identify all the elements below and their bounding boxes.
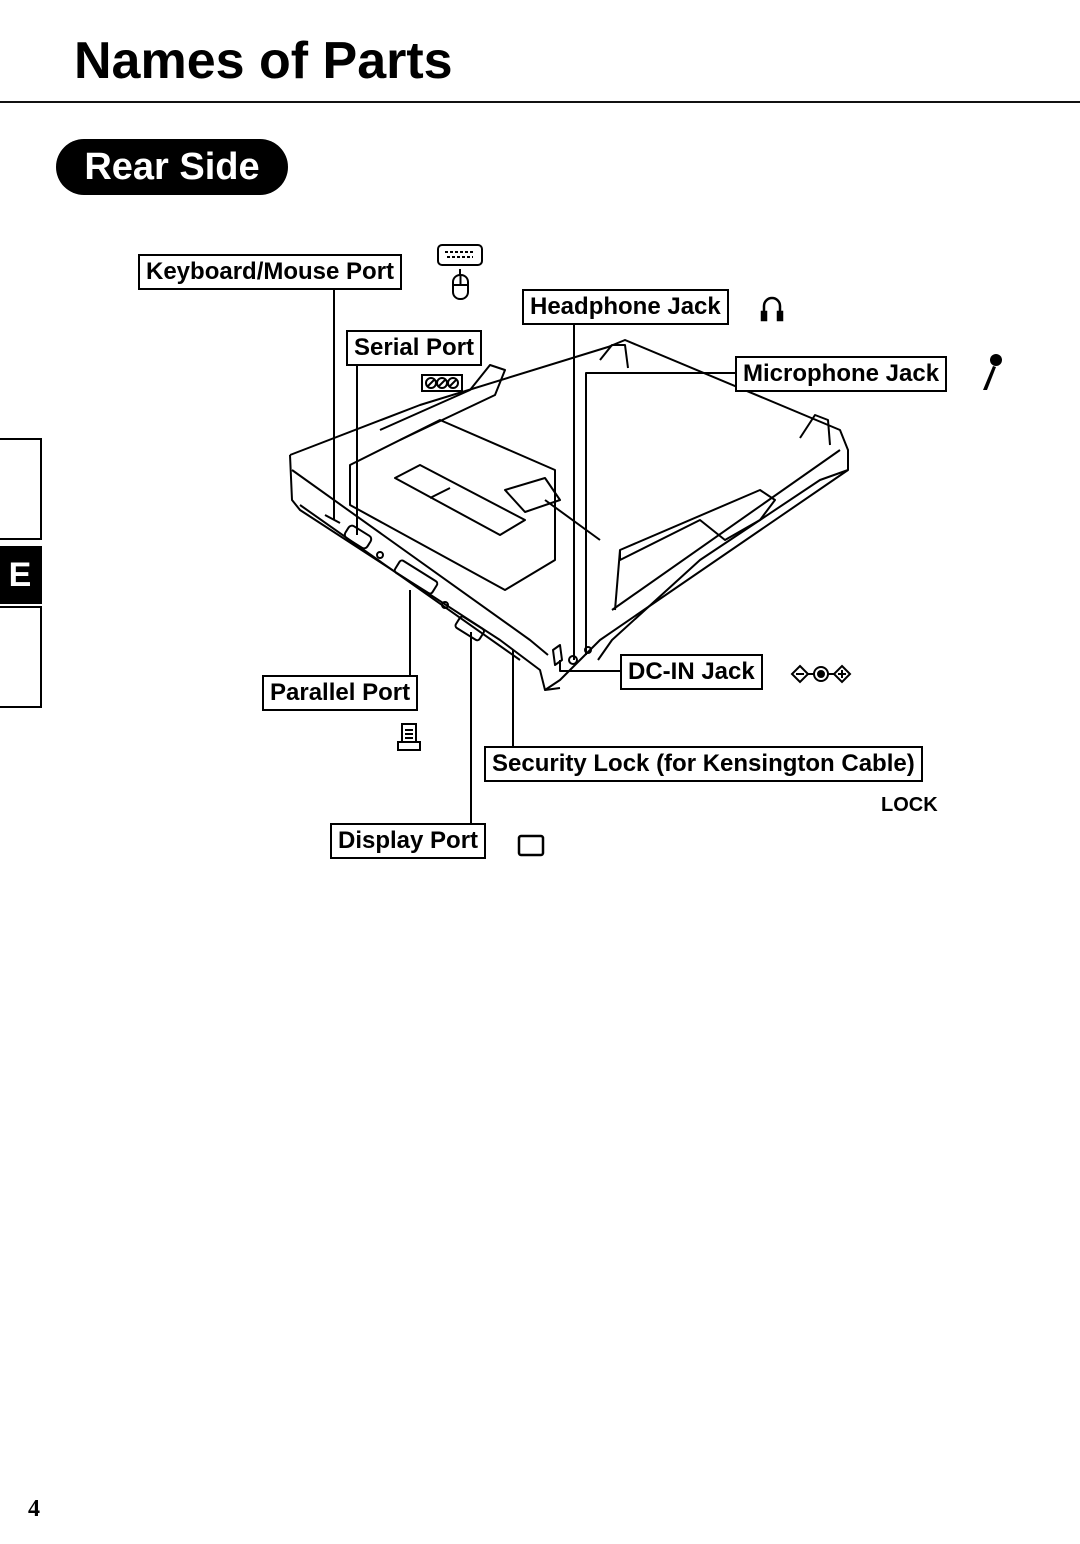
page-number: 4 [28, 1496, 40, 1522]
docking-connector-block [349, 419, 556, 591]
microphone-icon [983, 354, 1002, 390]
display-port-label: Display Port [330, 823, 487, 859]
keyboard-mouse-icon [437, 244, 483, 300]
leader-microphone [585, 372, 736, 655]
microphone-jack-label: Microphone Jack [735, 356, 948, 392]
docking-connector [394, 464, 526, 536]
headphone-jack-label: Headphone Jack [522, 289, 729, 325]
lock-caption: LOCK [881, 794, 938, 816]
keyboard-mouse-port-label: Keyboard/Mouse Port [138, 254, 403, 290]
monitor-icon [517, 834, 545, 857]
serial-port-label: Serial Port [346, 330, 483, 366]
headphone-icon [760, 296, 784, 322]
security-lock-label: Security Lock (for Kensington Cable) [484, 746, 923, 782]
audio-led [376, 551, 384, 559]
dock-front-face [289, 454, 561, 691]
dc-in-jack-label: DC-IN Jack [620, 654, 763, 690]
serial-port-icon [421, 374, 463, 392]
parallel-connector [393, 559, 439, 595]
parallel-port-label: Parallel Port [262, 675, 419, 711]
printer-icon [397, 723, 421, 751]
dc-polarity-icon [790, 664, 852, 684]
